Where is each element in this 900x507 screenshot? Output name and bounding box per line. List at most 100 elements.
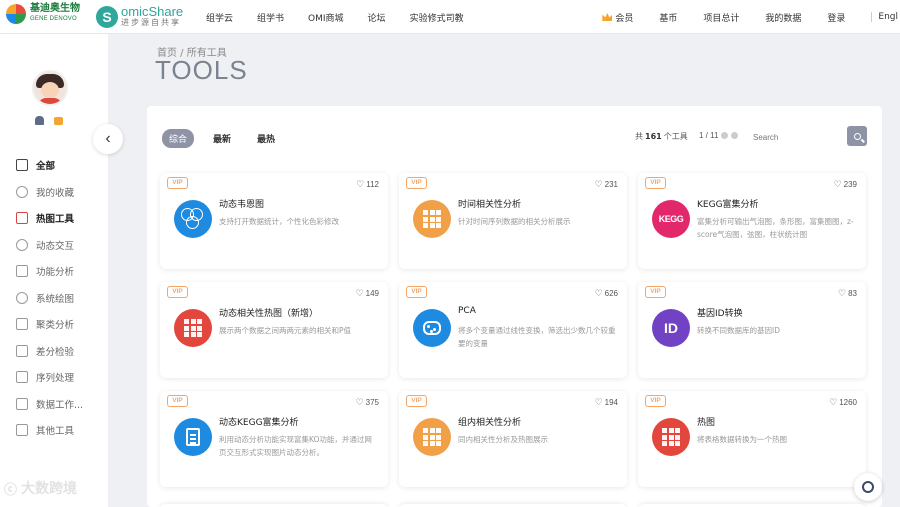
nav-item-mall[interactable]: OMI商城 bbox=[308, 11, 344, 24]
tool-card[interactable]: VIP ♡ 239 KEGG KEGG富集分析 富集分析可输出气泡图，条形图，富集… bbox=[638, 173, 866, 269]
function-icon bbox=[16, 265, 28, 278]
bag-icon[interactable] bbox=[54, 117, 63, 125]
interactive-icon bbox=[16, 238, 28, 251]
like-count[interactable]: ♡ 112 bbox=[356, 179, 379, 190]
like-count[interactable]: ♡ 83 bbox=[838, 288, 857, 299]
nav-item-experiment[interactable]: 实验修式司教 bbox=[410, 11, 464, 24]
vip-link[interactable]: 会员 bbox=[602, 11, 633, 24]
gene-denovo-logo-mark bbox=[6, 4, 26, 24]
like-number: 112 bbox=[366, 180, 379, 189]
search-button[interactable] bbox=[847, 126, 867, 146]
star-icon bbox=[16, 185, 28, 198]
like-count[interactable]: ♡ 626 bbox=[595, 288, 618, 299]
watermark-text: 大数跨境 bbox=[21, 481, 78, 497]
cluster-icon bbox=[16, 318, 28, 331]
heatmap-grid-icon bbox=[413, 200, 451, 238]
sidebar-collapse-button[interactable]: ‹ bbox=[93, 124, 123, 154]
correlation-heatmap-icon bbox=[174, 309, 212, 347]
avatar[interactable] bbox=[32, 70, 68, 106]
tool-title: 基因ID转换 bbox=[697, 309, 743, 319]
tab-comprehensive[interactable]: 综合 bbox=[162, 129, 195, 148]
like-count[interactable]: ♡ 375 bbox=[356, 397, 379, 408]
tab-newest[interactable]: 最新 bbox=[206, 129, 238, 148]
next-page-icon[interactable] bbox=[731, 132, 739, 139]
like-count[interactable]: ♡ 194 bbox=[595, 397, 618, 408]
nav-item-forum[interactable]: 论坛 bbox=[368, 11, 386, 24]
heart-icon: ♡ bbox=[594, 179, 603, 189]
like-number: 375 bbox=[365, 398, 379, 407]
heart-icon: ♡ bbox=[829, 397, 838, 407]
sidebar-item-cluster[interactable]: 聚类分析 bbox=[0, 311, 108, 338]
sidebar-item-label: 系统绘图 bbox=[36, 293, 75, 305]
tool-title: 动态相关性热图（新增） bbox=[219, 309, 319, 319]
gene-denovo-logo[interactable]: 基迪奥生物 GENE DENOVO bbox=[6, 4, 80, 24]
circles-icon bbox=[16, 291, 28, 304]
sequence-icon bbox=[16, 371, 28, 384]
sidebar-item-sequence[interactable]: 序列处理 bbox=[0, 364, 108, 391]
sidebar-item-system-plot[interactable]: 系统绘图 bbox=[0, 285, 108, 312]
tool-description: 利用动态分析功能实现富集KO功能，并通过网页交互形式实现图片动态分析。 bbox=[219, 435, 372, 457]
sidebar-item-interactive[interactable]: 动态交互 bbox=[0, 232, 108, 259]
omicshare-name: omicShare bbox=[121, 4, 184, 19]
like-number: 1260 bbox=[839, 398, 857, 407]
tool-card[interactable]: VIP ♡ 626 PCA 将多个变量通过线性变换，筛选出少数几个较重要的变量 bbox=[399, 282, 627, 378]
tool-card[interactable]: VIP ♡ 194 组内相关性分析 同内相关性分析及热图展示 bbox=[399, 391, 627, 487]
nav-item-cloud[interactable]: 组学云 bbox=[206, 11, 233, 24]
tools-panel: 综合 最新 最热 共 161 个工具 1 / 11 VIP ♡112 动态韦恩图… bbox=[147, 106, 882, 507]
tool-description: 展示两个数据之间两两元素的相关和P值 bbox=[219, 326, 352, 335]
sidebar-item-diff-test[interactable]: 差分检验 bbox=[0, 338, 108, 365]
tool-title: KEGG富集分析 bbox=[697, 200, 759, 210]
tool-card[interactable]: VIP ♡ 83 ID 基因ID转换 转换不同数据库的基因ID bbox=[638, 282, 866, 378]
like-count[interactable]: ♡ 149 bbox=[356, 288, 379, 299]
watermark-badge: ⓒ bbox=[4, 481, 18, 497]
heatmap-icon bbox=[16, 212, 28, 225]
nav-item-book[interactable]: 组学书 bbox=[257, 11, 284, 24]
venn-icon bbox=[174, 200, 212, 238]
customer-service-button[interactable] bbox=[854, 473, 882, 501]
pca-icon bbox=[413, 309, 451, 347]
my-data-link[interactable]: 我的数据 bbox=[765, 11, 801, 24]
sidebar-item-favorites[interactable]: 我的收藏 bbox=[0, 179, 108, 206]
sidebar-item-function[interactable]: 功能分析 bbox=[0, 258, 108, 285]
tab-hottest[interactable]: 最热 bbox=[250, 129, 282, 148]
sidebar-item-heatmap-tools[interactable]: 热图工具 bbox=[0, 205, 108, 232]
login-link[interactable]: 登录 bbox=[827, 11, 845, 24]
headset-icon bbox=[862, 481, 874, 493]
like-count[interactable]: ♡ 231 bbox=[595, 179, 618, 190]
vip-badge: VIP bbox=[167, 177, 188, 189]
vip-label: 会员 bbox=[615, 13, 634, 24]
search-input[interactable] bbox=[749, 128, 847, 147]
like-count[interactable]: ♡ 1260 bbox=[829, 397, 857, 408]
like-number: 194 bbox=[604, 398, 618, 407]
top-navbar: 基迪奥生物 GENE DENOVO S omicShare 进步源自共享 组学云… bbox=[0, 0, 900, 34]
tool-card[interactable]: VIP ♡ 231 时间相关性分析 针对时间序列数据的相关分析展示 bbox=[399, 173, 627, 269]
projects-link[interactable]: 项目总计 bbox=[703, 11, 739, 24]
sidebar: 全部 我的收藏 热图工具 动态交互 功能分析 系统绘图 聚类分析 差分检验 序列… bbox=[0, 34, 108, 507]
tool-card[interactable]: VIP ♡ 375 动态KEGG富集分析 利用动态分析功能实现富集KO功能，并通过… bbox=[160, 391, 388, 487]
count-prefix: 共 bbox=[635, 132, 643, 141]
sidebar-item-other-tools[interactable]: 其他工具 bbox=[0, 417, 108, 444]
heatmap-grid-icon bbox=[413, 418, 451, 456]
prev-page-icon[interactable] bbox=[721, 132, 729, 139]
tool-title: 热图 bbox=[697, 418, 716, 428]
sidebar-item-all[interactable]: 全部 bbox=[0, 152, 108, 179]
grid-icon bbox=[16, 159, 28, 172]
vip-badge: VIP bbox=[406, 177, 427, 189]
sidebar-item-label: 其他工具 bbox=[36, 426, 75, 438]
like-count[interactable]: ♡ 239 bbox=[834, 179, 857, 190]
bell-icon[interactable] bbox=[35, 116, 44, 125]
omicshare-logo-mark: S bbox=[96, 6, 118, 28]
heart-icon: ♡ bbox=[594, 288, 603, 298]
omicshare-logo[interactable]: S omicShare 进步源自共享 bbox=[96, 4, 184, 28]
tool-card[interactable]: VIP ♡ 1260 热图 将表格数据转换为一个热图 bbox=[638, 391, 866, 487]
tool-title: 时间相关性分析 bbox=[458, 200, 522, 210]
tool-card[interactable]: VIP ♡ 149 动态相关性热图（新增） 展示两个数据之间两两元素的相关和P值 bbox=[160, 282, 388, 378]
sidebar-item-data-work[interactable]: 数据工作... bbox=[0, 391, 108, 418]
tool-title: PCA bbox=[458, 306, 476, 316]
tool-description: 支持打开数据统计，个性化色彩修改 bbox=[219, 217, 339, 226]
tool-card[interactable]: VIP ♡ 112 动态韦恩图 支持打开数据统计，个性化色彩修改 bbox=[160, 173, 388, 269]
language-switch[interactable]: Engl bbox=[871, 12, 898, 22]
coins-link[interactable]: 基币 bbox=[659, 11, 677, 24]
tool-title: 组内相关性分析 bbox=[458, 418, 522, 428]
count-suffix: 个工具 bbox=[663, 132, 688, 141]
